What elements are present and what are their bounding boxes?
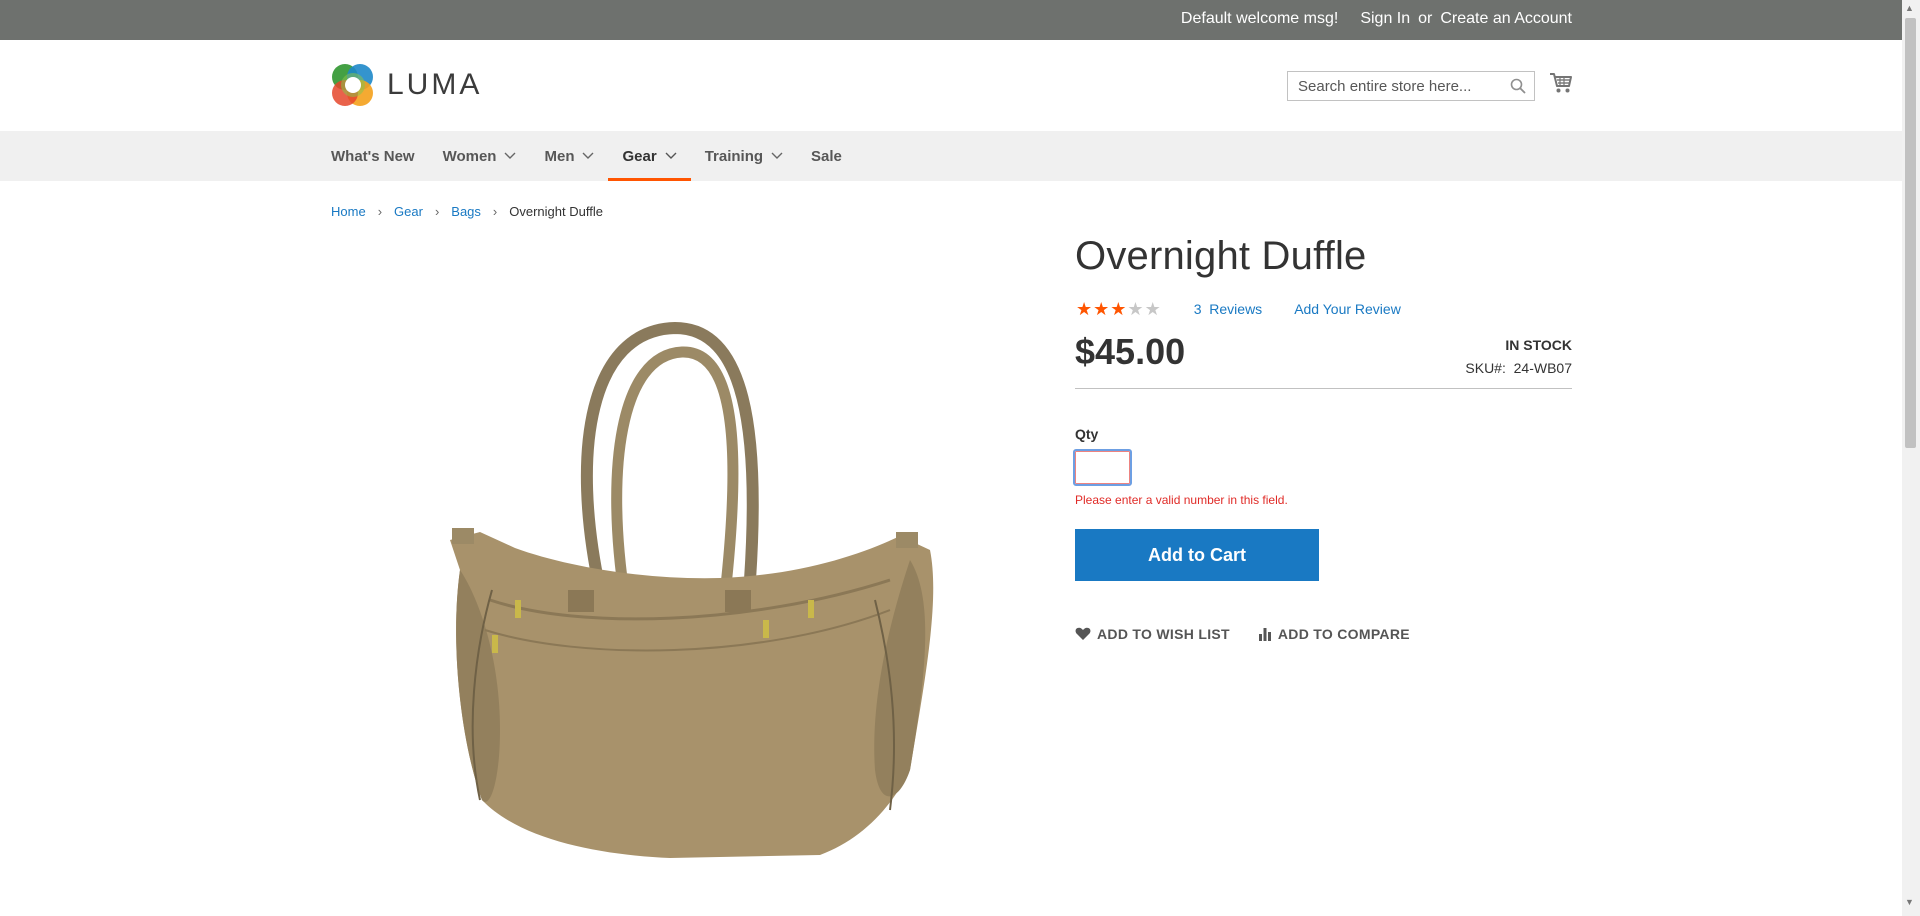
welcome-message: Default welcome msg!	[1180, 10, 1339, 27]
logo-link[interactable]: LUMA	[331, 62, 482, 108]
product-image[interactable]	[420, 300, 940, 875]
nav-label: What's New	[331, 147, 415, 165]
luma-logo-icon	[332, 64, 373, 106]
nav-label: Women	[442, 147, 497, 165]
divider	[1075, 388, 1572, 389]
nav-item-gear[interactable]: Gear	[608, 131, 691, 181]
add-review-link[interactable]: Add Your Review	[1294, 301, 1401, 317]
nav-item-sale[interactable]: Sale	[797, 131, 856, 181]
or-text: or	[1418, 10, 1433, 27]
nav-item-training[interactable]: Training	[691, 131, 797, 181]
add-to-compare-link[interactable]: Add to Compare	[1258, 626, 1410, 642]
wishlist-label: Add to Wish List	[1097, 626, 1230, 642]
nav-label: Training	[704, 147, 764, 165]
sign-in-link[interactable]: Sign In	[1360, 10, 1410, 28]
nav-item-whats-new[interactable]: What's New	[331, 131, 429, 181]
qty-input[interactable]	[1073, 449, 1132, 486]
chevron-down-icon	[582, 152, 594, 159]
qty-label: Qty	[1075, 426, 1099, 442]
star-icon: ★	[1110, 299, 1127, 319]
cart-icon[interactable]	[1549, 72, 1573, 99]
product-rating: ★ ★ ★ ★ ★ 3 Reviews Add Your Review	[1076, 300, 1401, 318]
product-price: $45.00	[1075, 331, 1186, 372]
header-links: Default welcome msg! Sign In or Create a…	[1181, 10, 1572, 28]
rating-stars: ★ ★ ★ ★ ★	[1076, 300, 1161, 318]
search-input[interactable]	[1288, 72, 1518, 100]
product-title: Overnight Duffle	[1075, 234, 1367, 278]
product-actions: Add to Wish List Add to Compare	[1075, 626, 1410, 642]
site-header: LUMA	[0, 40, 1902, 131]
main-navigation: What's New Women Men Gear Training Sale	[0, 131, 1902, 181]
chevron-down-icon	[771, 152, 783, 159]
logo-text: LUMA	[387, 68, 483, 101]
create-account-link[interactable]: Create an Account	[1440, 10, 1572, 28]
chevron-down-icon	[665, 152, 677, 159]
reviews-count: 3	[1193, 301, 1202, 317]
breadcrumb: Home › Gear › Bags › Overnight Duffle	[331, 204, 603, 219]
breadcrumb-separator: ›	[377, 204, 383, 219]
duffle-bag-image	[450, 321, 934, 858]
breadcrumb-separator: ›	[492, 204, 498, 219]
nav-label: Gear	[622, 147, 657, 165]
star-icon: ★	[1144, 299, 1161, 319]
search-box	[1287, 71, 1535, 101]
sku-value: 24-WB07	[1513, 360, 1572, 376]
scroll-down-arrow-icon[interactable]: ▼	[1905, 897, 1914, 907]
scroll-up-arrow-icon[interactable]: ▲	[1905, 3, 1914, 13]
nav-item-men[interactable]: Men	[530, 131, 608, 181]
heart-icon	[1075, 627, 1091, 640]
star-icon: ★	[1076, 299, 1093, 319]
nav-label: Men	[544, 147, 575, 165]
compare-label: Add to Compare	[1277, 626, 1410, 642]
breadcrumb-bags[interactable]: Bags	[451, 204, 481, 219]
product-sku: SKU#: 24-WB07	[1440, 360, 1572, 376]
chevron-down-icon	[504, 152, 516, 159]
scrollbar-thumb[interactable]	[1905, 18, 1916, 448]
star-icon: ★	[1093, 299, 1110, 319]
star-icon: ★	[1127, 299, 1144, 319]
breadcrumb-gear[interactable]: Gear	[394, 204, 423, 219]
qty-error-message: Please enter a valid number in this fiel…	[1075, 493, 1288, 507]
breadcrumb-current: Overnight Duffle	[509, 204, 603, 219]
add-to-wishlist-link[interactable]: Add to Wish List	[1075, 626, 1230, 642]
reviews-link[interactable]: 3 Reviews	[1194, 301, 1262, 317]
sku-label: SKU#:	[1465, 360, 1506, 376]
top-bar: Default welcome msg! Sign In or Create a…	[0, 0, 1902, 40]
nav-item-women[interactable]: Women	[429, 131, 531, 181]
nav-label: Sale	[811, 147, 842, 165]
compare-icon	[1258, 628, 1271, 641]
breadcrumb-separator: ›	[434, 204, 440, 219]
breadcrumb-home[interactable]: Home	[331, 204, 366, 219]
search-icon[interactable]	[1510, 78, 1526, 99]
stock-status: In stock	[1505, 337, 1572, 353]
reviews-label: Reviews	[1209, 301, 1263, 317]
add-to-cart-button[interactable]: Add to Cart	[1075, 529, 1319, 581]
